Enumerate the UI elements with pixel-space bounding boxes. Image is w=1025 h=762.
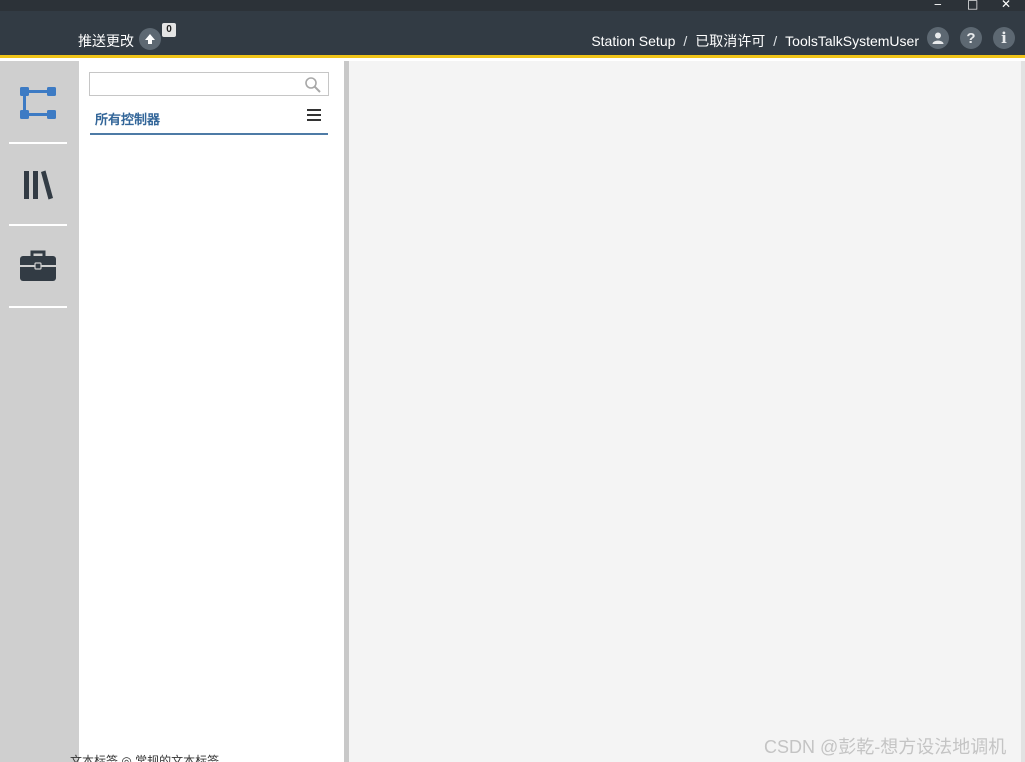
controller-panel: 所有控制器	[79, 61, 344, 762]
nav-controllers[interactable]	[0, 63, 76, 143]
breadcrumb-separator: /	[683, 33, 688, 49]
info-icon: i	[1001, 29, 1007, 47]
top-header: 推送更改 0 Station Setup / 已取消许可 / ToolsTalkSyst…	[0, 11, 1025, 58]
search-icon[interactable]	[304, 76, 322, 94]
watermark: CSDN @彭乾-想方设法地调机	[764, 737, 1007, 757]
main-content-area	[349, 61, 1021, 762]
nav-toolbox[interactable]	[0, 226, 76, 306]
breadcrumb: Station Setup / 已取消许可 / ToolsTalkSystemUser	[591, 31, 919, 51]
user-profile-button[interactable]	[927, 27, 949, 49]
breadcrumb-separator: /	[773, 33, 778, 49]
info-button[interactable]: i	[993, 27, 1015, 49]
library-icon	[24, 170, 53, 200]
tab-all-controllers[interactable]: 所有控制器	[90, 105, 328, 135]
hamburger-menu-icon[interactable]	[307, 109, 321, 123]
nav-divider	[9, 142, 67, 144]
tab-label: 所有控制器	[95, 112, 161, 127]
nav-divider	[9, 306, 67, 308]
bottom-hint-text: 文本标签 ◎ 常规的文本标签	[70, 754, 220, 762]
search-input[interactable]	[89, 72, 329, 96]
push-changes-label[interactable]: 推送更改	[78, 31, 134, 51]
help-button[interactable]: ?	[960, 27, 982, 49]
maximize-button[interactable]: □	[967, 0, 978, 11]
minimize-button[interactable]: ‒	[934, 0, 942, 11]
user-icon	[932, 32, 944, 44]
breadcrumb-station[interactable]: Station Setup	[591, 33, 675, 49]
right-scroll-edge	[1021, 61, 1025, 762]
toolbox-icon	[20, 250, 56, 281]
arrow-up-icon	[145, 34, 155, 44]
help-icon: ?	[966, 29, 976, 47]
close-button[interactable]: ✕	[1001, 0, 1011, 11]
breadcrumb-user[interactable]: ToolsTalkSystemUser	[785, 33, 919, 49]
push-changes-button[interactable]	[139, 28, 161, 50]
left-navigation	[0, 61, 79, 762]
pending-changes-count: 0	[162, 23, 176, 37]
controller-tree-icon	[20, 87, 56, 119]
breadcrumb-license-status[interactable]: 已取消许可	[695, 31, 765, 51]
nav-library[interactable]	[0, 145, 76, 225]
window-titlebar: ‒ □ ✕	[0, 0, 1025, 11]
